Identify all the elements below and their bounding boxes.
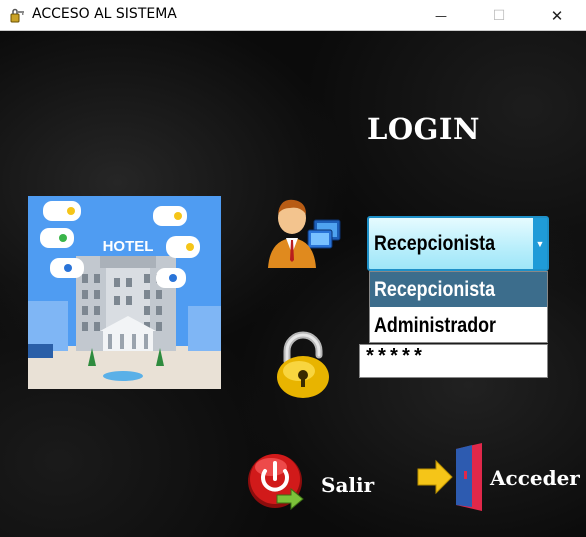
user-role-option-administrador[interactable]: Administrador: [370, 308, 547, 343]
access-button-label: Acceder: [490, 466, 580, 490]
hotel-sign: HOTEL: [103, 238, 154, 255]
minimize-button[interactable]: —: [418, 0, 464, 31]
window-title: ACCESO AL SISTEMA: [32, 6, 177, 22]
login-form: LOGIN HOTEL Recepcionista ▼ Recepcionist…: [0, 31, 586, 537]
exit-button-label: Salir: [321, 473, 375, 497]
minimize-icon: —: [435, 8, 447, 23]
hotel-illustration: HOTEL: [28, 196, 221, 389]
exit-button[interactable]: Salir: [247, 451, 377, 515]
password-field[interactable]: *****: [359, 344, 548, 378]
chevron-down-icon[interactable]: ▼: [533, 218, 547, 269]
user-role-option-recepcionista[interactable]: Recepcionista: [370, 272, 547, 307]
key-lock-icon: [10, 8, 24, 23]
access-button[interactable]: Acceder: [416, 441, 586, 513]
door-enter-icon: [417, 443, 482, 511]
title-bar: ACCESO AL SISTEMA — ☐ ✕: [0, 0, 586, 31]
maximize-icon: ☐: [492, 7, 506, 24]
close-icon: ✕: [550, 6, 564, 25]
user-role-dropdown-list: Recepcionista Administrador: [369, 271, 548, 343]
padlock-icon: [277, 331, 329, 398]
maximize-button[interactable]: ☐: [476, 0, 522, 31]
user-role-select[interactable]: Recepcionista ▼: [367, 216, 549, 271]
close-button[interactable]: ✕: [534, 0, 580, 31]
login-title: LOGIN: [367, 112, 480, 146]
user-role-selected: Recepcionista: [374, 232, 496, 255]
user-computer-icon: [268, 199, 341, 268]
power-exit-icon: [248, 454, 304, 511]
